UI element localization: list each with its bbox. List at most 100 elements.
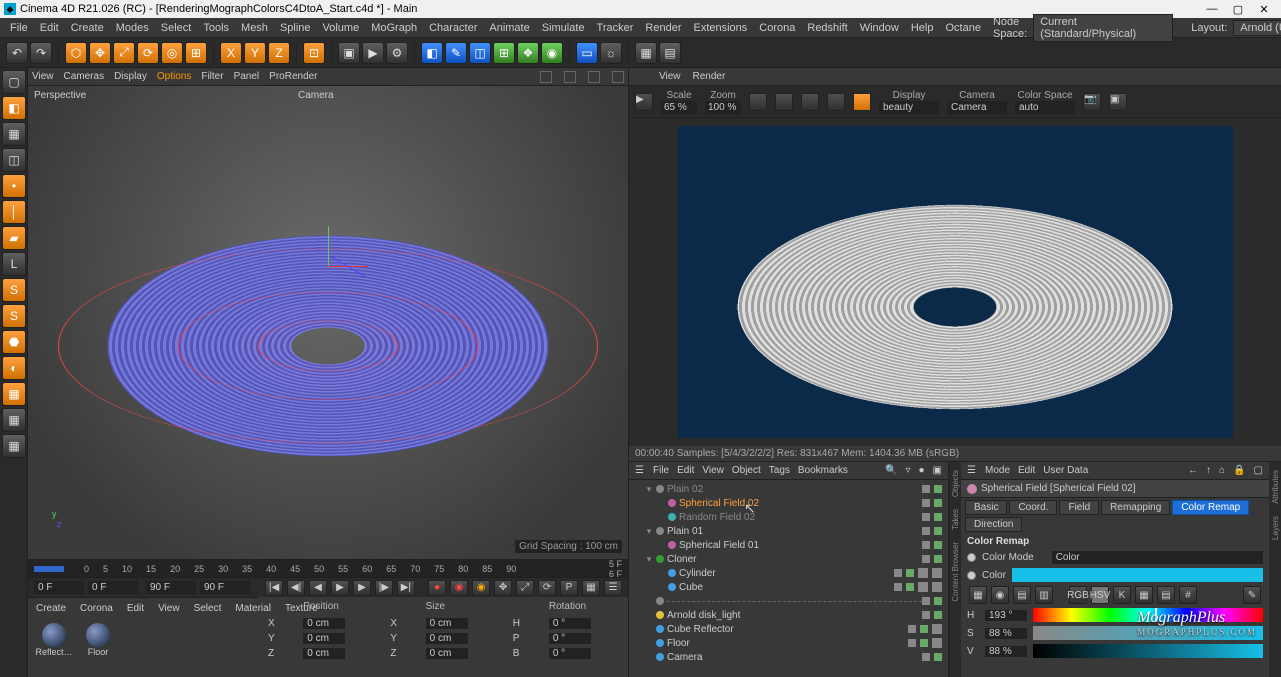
key-more-button[interactable]: ☰ [604, 580, 622, 596]
color-swatch[interactable] [1012, 568, 1263, 582]
material-menu-item[interactable]: View [158, 603, 180, 614]
viewport-menu-item[interactable]: Filter [201, 71, 223, 82]
menu-item[interactable]: Simulate [536, 22, 591, 34]
attr-nav-fwd[interactable]: ⌂ [1219, 465, 1225, 476]
x-axis-toggle[interactable]: X [220, 42, 242, 64]
rv-opt-button[interactable] [749, 93, 767, 111]
vp-solo3[interactable]: ▦ [2, 434, 26, 458]
om-menu-icon[interactable]: ☰ [635, 465, 645, 476]
record-button[interactable]: ● [428, 580, 446, 596]
misc-button[interactable]: ▤ [659, 42, 681, 64]
size-field[interactable]: 0 cm [426, 618, 468, 629]
redo-button[interactable]: ↷ [30, 42, 52, 64]
om-item-name[interactable]: Arnold disk_light [667, 610, 740, 621]
key-rot-button[interactable]: ⟳ [538, 580, 556, 596]
minimize-button[interactable]: — [1199, 0, 1225, 18]
menu-item[interactable]: Volume [317, 22, 366, 34]
snapshot-button[interactable]: 📷 [1083, 93, 1101, 111]
make-editable[interactable]: ▢ [2, 70, 26, 94]
om-item[interactable]: ▾Plain 02 [629, 482, 948, 496]
rotate-tool[interactable]: ⟳ [137, 42, 159, 64]
attr-menu-item[interactable]: Edit [1018, 465, 1035, 476]
coord-system[interactable]: ⊡ [303, 42, 325, 64]
timeline-range[interactable] [34, 566, 64, 572]
om-more-icon[interactable]: ▣ [933, 465, 942, 476]
om-menu-item[interactable]: Tags [769, 465, 790, 476]
attr-side-tabs[interactable]: AttributesLayers [1269, 462, 1281, 677]
attr-menu-item[interactable]: User Data [1043, 465, 1088, 476]
snap2-toggle[interactable]: S [2, 304, 26, 328]
workplane-mode[interactable]: ◫ [2, 148, 26, 172]
keyframe-sel-button[interactable]: ◉ [472, 580, 490, 596]
menu-item[interactable]: Tracker [591, 22, 640, 34]
om-item[interactable]: Random Field 02 [629, 510, 948, 524]
picker-mode-btn[interactable]: ▤ [1157, 586, 1175, 604]
attr-tab[interactable]: Remapping [1101, 500, 1170, 515]
rv-opt-button[interactable] [853, 93, 871, 111]
render-pv-button[interactable]: ▶ [362, 42, 384, 64]
s-field[interactable]: 88 % [985, 628, 1027, 639]
om-item[interactable]: ▾Cloner [629, 552, 948, 566]
goto-start-button[interactable]: |◀ [265, 580, 283, 596]
om-item[interactable]: Arnold disk_light [629, 608, 948, 622]
menu-item[interactable]: Corona [753, 22, 801, 34]
menu-item[interactable]: Extensions [687, 22, 753, 34]
om-item[interactable]: Cylinder [629, 566, 948, 580]
pen-tool[interactable]: ✎ [445, 42, 467, 64]
frame-end-field2[interactable]: 90 F [200, 581, 250, 594]
om-item-name[interactable]: Random Field 02 [679, 512, 755, 523]
rot-field[interactable]: 0 ° [549, 633, 591, 644]
zoom-field[interactable]: 100 % [705, 101, 741, 114]
recent-tool[interactable]: ◎ [161, 42, 183, 64]
attr-lock-icon[interactable]: 🔒 [1233, 465, 1245, 476]
tab-direction[interactable]: Direction [965, 517, 1022, 532]
vp-icon[interactable] [564, 71, 576, 83]
color-mode-dropdown[interactable]: Color [1052, 551, 1263, 564]
om-item-name[interactable]: Cloner [667, 554, 696, 565]
picker-mode-btn[interactable]: HSV [1091, 586, 1109, 604]
menu-item[interactable]: Render [639, 22, 687, 34]
menu-item[interactable]: File [4, 22, 34, 34]
pos-field[interactable]: 0 cm [303, 633, 345, 644]
render-view-button[interactable]: ▣ [338, 42, 360, 64]
vp-icon[interactable] [612, 71, 624, 83]
material-menu-item[interactable]: Edit [127, 603, 144, 614]
om-item[interactable]: Spherical Field 01 [629, 538, 948, 552]
menu-item[interactable]: Modes [110, 22, 155, 34]
soft-sel-toggle[interactable]: ◐ [2, 356, 26, 380]
attr-new-icon[interactable]: ▢ [1254, 465, 1263, 476]
om-menu-item[interactable]: Bookmarks [798, 465, 848, 476]
vp-icon[interactable] [588, 71, 600, 83]
picker-mode-btn[interactable]: K [1113, 586, 1131, 604]
cube-primitive[interactable]: ◧ [421, 42, 443, 64]
menu-item[interactable]: Select [155, 22, 198, 34]
radio-icon[interactable] [967, 571, 976, 580]
om-item-name[interactable]: Spherical Field 01 [679, 540, 759, 551]
size-field[interactable]: 0 cm [426, 648, 468, 659]
material-menu-item[interactable]: Select [194, 603, 222, 614]
model-mode[interactable]: ◧ [2, 96, 26, 120]
attr-nav-up[interactable]: ↑ [1206, 465, 1211, 476]
timeline-ruler[interactable]: 051015202530354045505560657075808590 5 F… [28, 559, 628, 577]
picker-mode-btn[interactable]: # [1179, 586, 1197, 604]
viewport-menu-item[interactable]: Display [114, 71, 147, 82]
prev-key-button[interactable]: ◀| [287, 580, 305, 596]
snapshot2-button[interactable]: ▣ [1109, 93, 1127, 111]
rv-opt-button[interactable] [827, 93, 845, 111]
attr-tab[interactable]: Field [1059, 500, 1099, 515]
picker-mode-btn[interactable]: ◉ [991, 586, 1009, 604]
menu-item[interactable]: Character [423, 22, 483, 34]
frame-start-field[interactable]: 0 F [34, 581, 84, 594]
material-menu-item[interactable]: Create [36, 603, 66, 614]
om-item[interactable] [629, 594, 948, 608]
menu-item[interactable]: Redshift [801, 22, 853, 34]
om-filter-icon[interactable]: ▿ [905, 465, 910, 476]
autokey-button[interactable]: ◉ [450, 580, 468, 596]
attr-tab[interactable]: Color Remap [1172, 500, 1249, 515]
om-item[interactable]: Camera [629, 650, 948, 664]
axis-mode[interactable]: L [2, 252, 26, 276]
viewport-menu-item[interactable]: Panel [234, 71, 260, 82]
select-tool[interactable]: ⬡ [65, 42, 87, 64]
step-back-button[interactable]: ◀ [309, 580, 327, 596]
snap3-toggle[interactable]: ⬣ [2, 330, 26, 354]
